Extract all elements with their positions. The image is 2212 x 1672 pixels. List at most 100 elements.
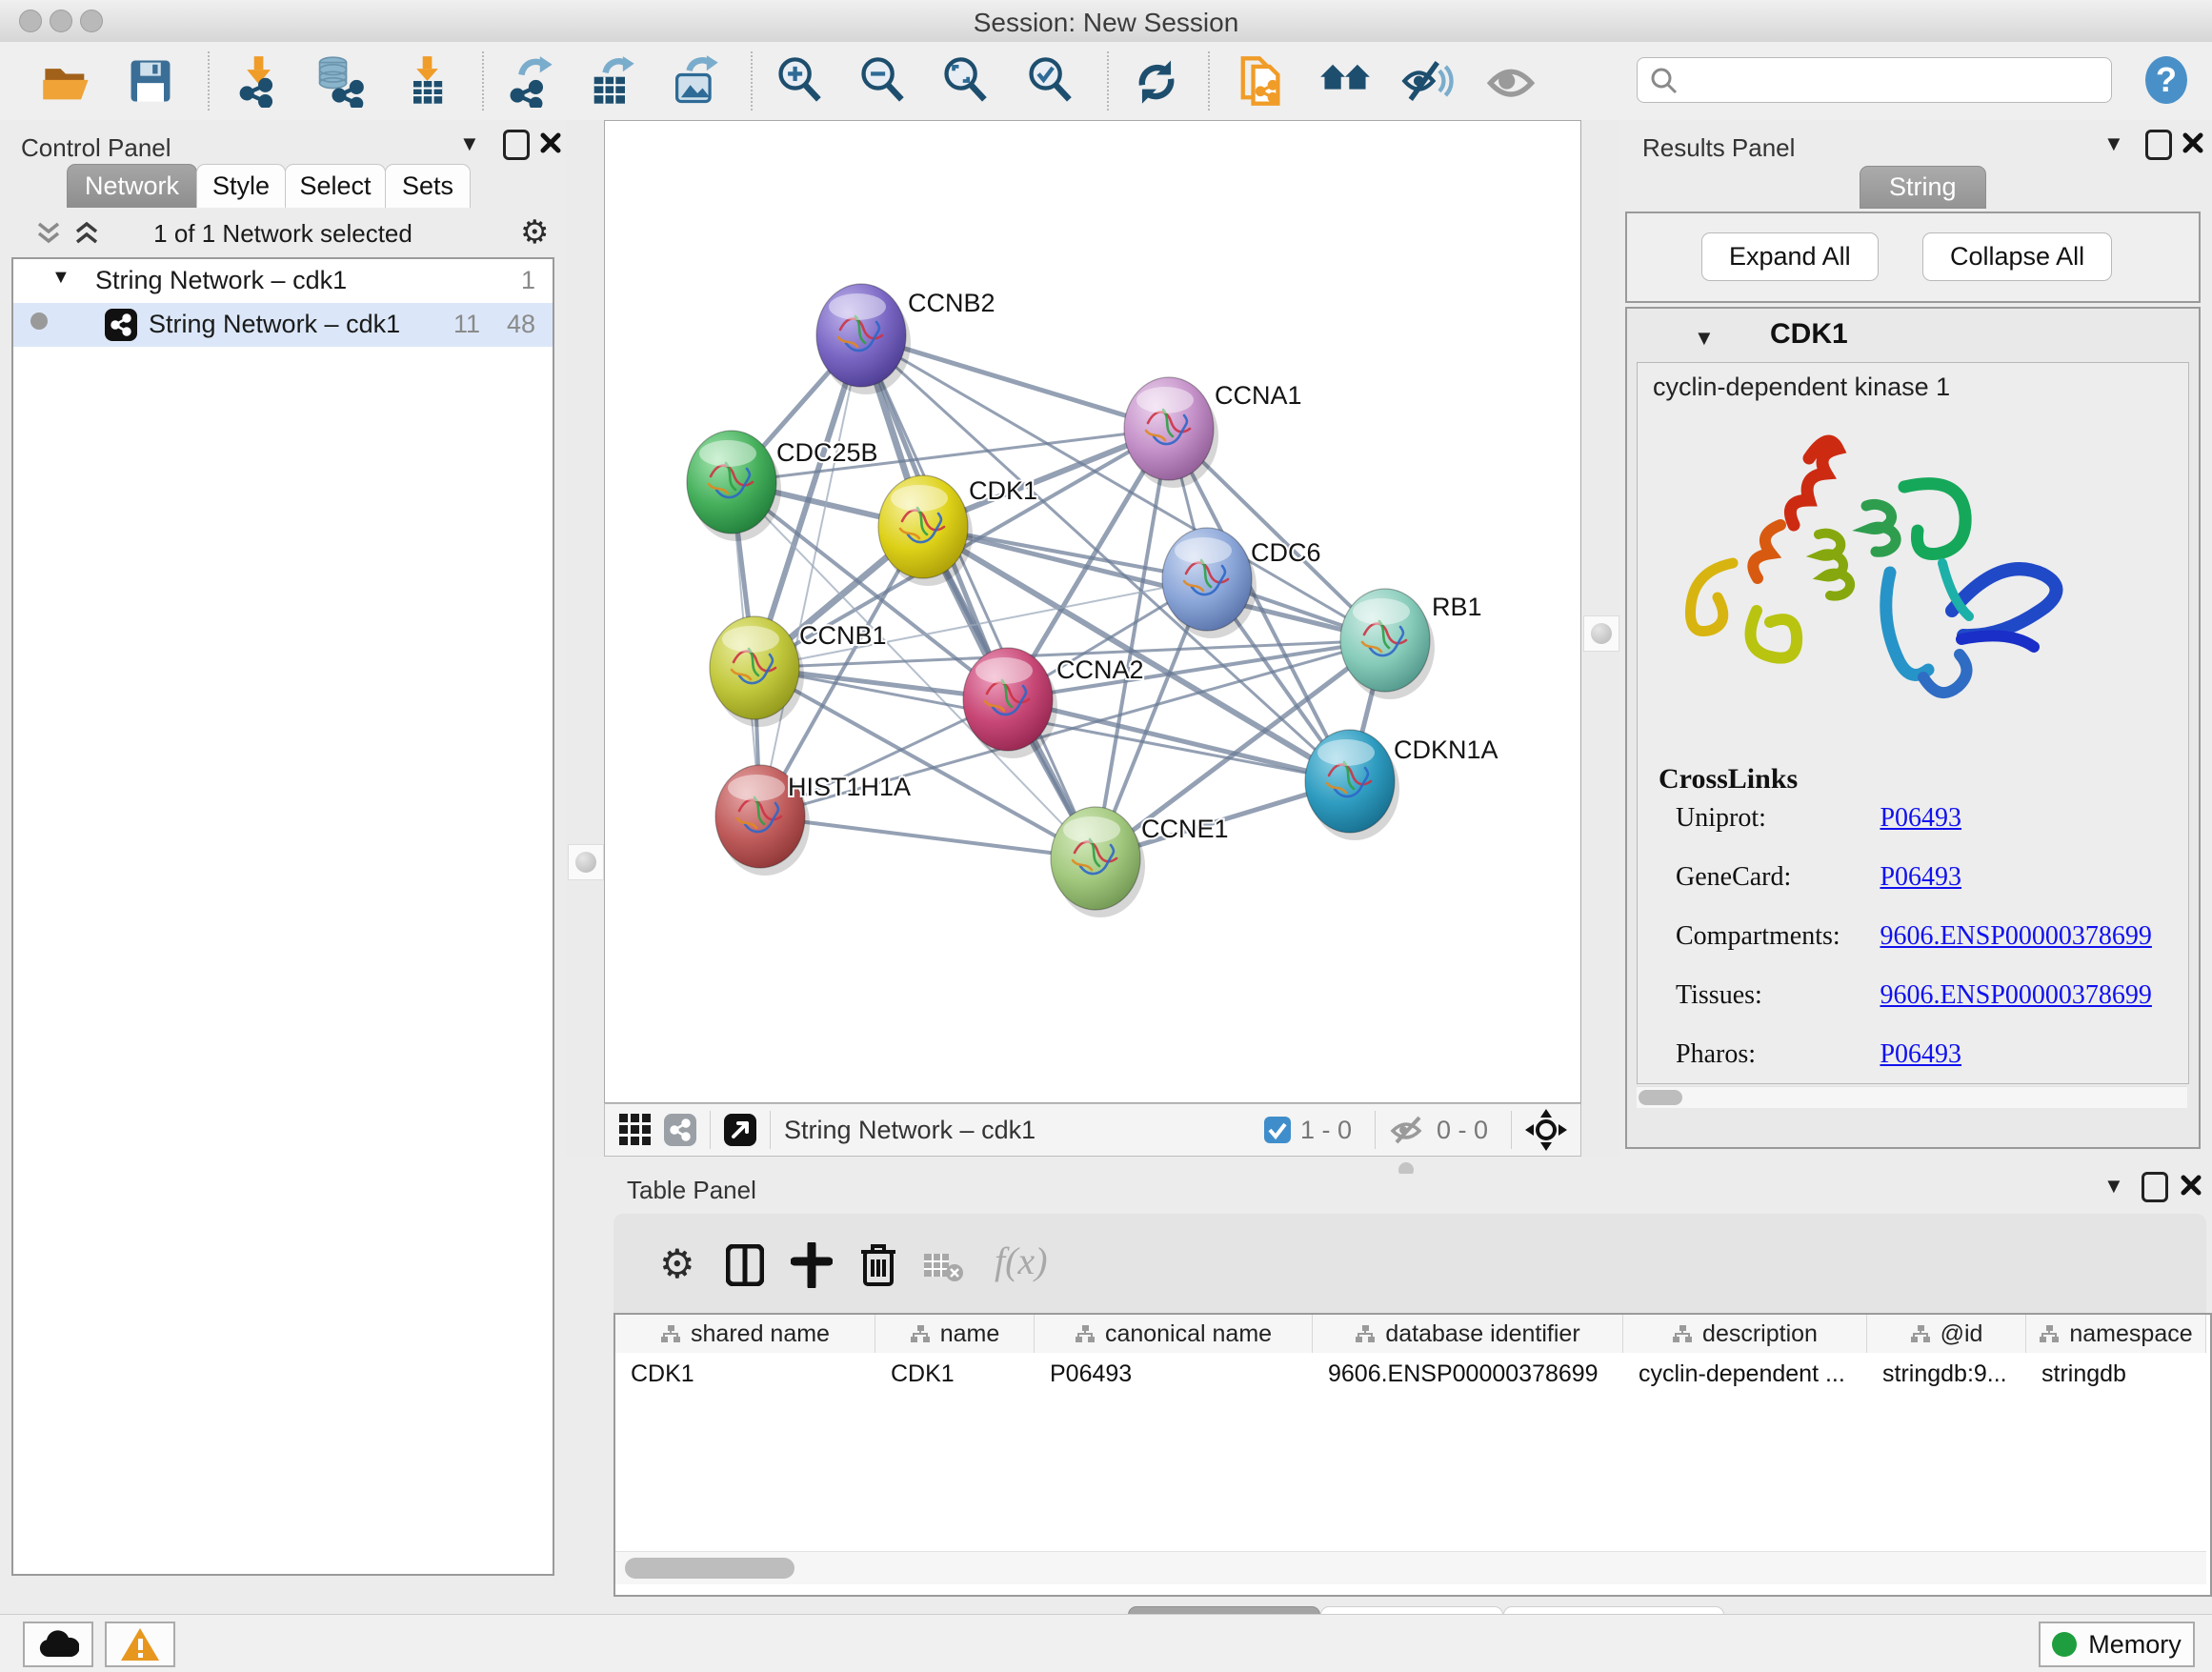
column-header-canonical-name[interactable]: canonical name: [1035, 1315, 1313, 1353]
right-splitter-handle[interactable]: [1583, 615, 1619, 652]
tree-expand-icon[interactable]: ▼: [51, 267, 70, 289]
crosslink-label: Uniprot:: [1676, 803, 1876, 834]
network-options-gear-icon[interactable]: ⚙: [520, 213, 549, 252]
hide-eye-icon[interactable]: [1400, 54, 1454, 108]
table-cell[interactable]: P06493: [1035, 1353, 1313, 1395]
tab-network[interactable]: Network: [67, 164, 197, 208]
network-node-CCNA1[interactable]: [1124, 377, 1218, 488]
table-panel-float-icon[interactable]: [2142, 1172, 2168, 1202]
network-node-CDC25B[interactable]: [687, 431, 781, 541]
column-header--id[interactable]: @id: [1867, 1315, 2026, 1353]
tab-string[interactable]: String: [1860, 166, 1986, 209]
table-panel-menu-icon[interactable]: ▼: [2103, 1174, 2124, 1199]
column-header-database-identifier[interactable]: database identifier: [1313, 1315, 1623, 1353]
table-scrollbar-thumb[interactable]: [625, 1558, 794, 1579]
tab-select[interactable]: Select: [285, 164, 386, 208]
entry-collapse-icon[interactable]: ▼: [1694, 326, 1715, 351]
results-panel: Results Panel ▼ String Expand All Collap…: [1619, 120, 2212, 1158]
column-header-shared-name[interactable]: shared name: [615, 1315, 875, 1353]
table-settings-gear-icon[interactable]: ⚙: [659, 1240, 695, 1287]
crosslink-link[interactable]: P06493: [1880, 862, 1961, 892]
zoom-out-icon[interactable]: [856, 54, 910, 108]
network-node-CDK1[interactable]: [878, 475, 973, 586]
memory-button[interactable]: Memory: [2039, 1622, 2195, 1667]
export-network-icon[interactable]: [503, 54, 556, 108]
string-document-icon[interactable]: [1233, 54, 1286, 108]
crosslink-link[interactable]: 9606.ENSP00000378699: [1880, 980, 2151, 1010]
homes-icon[interactable]: [1318, 54, 1372, 108]
network-collection-row[interactable]: ▼ String Network – cdk1 1: [13, 259, 553, 303]
network-node-CDKN1A[interactable]: [1305, 730, 1399, 840]
network-view-icon[interactable]: [664, 1114, 696, 1146]
left-splitter[interactable]: [566, 120, 604, 1157]
control-panel-menu-icon[interactable]: ▼: [459, 131, 480, 156]
network-node-label-CDK1: CDK1: [969, 476, 1037, 505]
show-eye-icon[interactable]: [1484, 54, 1538, 108]
add-column-icon[interactable]: [791, 1242, 833, 1288]
crosslink-link[interactable]: P06493: [1880, 803, 1961, 833]
table-horizontal-scrollbar[interactable]: [615, 1551, 2206, 1584]
network-graph[interactable]: CCNB2CCNA1CDC25BCDK1CDC6RB1CCNB1CCNA2CDK…: [605, 121, 1580, 1102]
footer-separator: [770, 1111, 771, 1149]
help-icon[interactable]: ?: [2142, 55, 2191, 105]
show-columns-icon[interactable]: [726, 1244, 764, 1286]
selected-nodes-checkbox[interactable]: [1264, 1117, 1291, 1143]
zoom-in-icon[interactable]: [774, 54, 827, 108]
crosslink-row: Compartments: 9606.ENSP00000378699: [1676, 921, 2171, 980]
hidden-elements-icon[interactable]: [1389, 1114, 1427, 1146]
refresh-icon[interactable]: [1130, 54, 1183, 108]
table-cell[interactable]: stringdb: [2026, 1353, 2206, 1395]
collapse-all-button[interactable]: Collapse All: [1922, 232, 2112, 281]
results-scrollbar-thumb[interactable]: [1639, 1090, 1682, 1105]
control-panel-close-icon[interactable]: [539, 131, 562, 154]
network-node-CCNB1[interactable]: [710, 616, 804, 727]
table-cell[interactable]: cyclin-dependent ...: [1623, 1353, 1867, 1395]
left-splitter-handle[interactable]: [568, 844, 604, 880]
results-panel-menu-icon[interactable]: ▼: [2103, 131, 2124, 156]
network-node-CCNA2[interactable]: [963, 648, 1057, 758]
import-table-icon[interactable]: [400, 54, 453, 108]
table-cell[interactable]: CDK1: [615, 1353, 875, 1395]
crosslink-link[interactable]: 9606.ENSP00000378699: [1880, 921, 2151, 951]
results-panel-close-icon[interactable]: [2182, 131, 2204, 154]
import-network-database-icon[interactable]: [312, 54, 366, 108]
zoom-fit-icon[interactable]: [939, 54, 993, 108]
table-panel-close-icon[interactable]: [2180, 1174, 2202, 1197]
right-splitter[interactable]: [1581, 120, 1619, 1157]
shared-column-icon: [910, 1324, 931, 1343]
birds-eye-view-icon[interactable]: [724, 1114, 756, 1146]
table-row[interactable]: CDK1CDK1P064939606.ENSP00000378699cyclin…: [615, 1353, 2210, 1395]
network-node-CCNE1[interactable]: [1051, 807, 1145, 917]
network-canvas[interactable]: CCNB2CCNA1CDC25BCDK1CDC6RB1CCNB1CCNA2CDK…: [604, 120, 1581, 1103]
zoom-selected-icon[interactable]: [1024, 54, 1077, 108]
warning-button[interactable]: [105, 1622, 175, 1667]
network-node-RB1[interactable]: [1340, 589, 1435, 699]
search-input[interactable]: [1687, 62, 2101, 96]
crosslink-link[interactable]: P06493: [1880, 1039, 1961, 1069]
column-header-name[interactable]: name: [875, 1315, 1035, 1353]
tab-style[interactable]: Style: [196, 164, 286, 208]
grid-view-icon[interactable]: [618, 1113, 653, 1147]
network-row[interactable]: String Network – cdk1 11 48: [13, 303, 553, 347]
delete-table-icon[interactable]: [922, 1250, 964, 1282]
expand-all-button[interactable]: Expand All: [1701, 232, 1879, 281]
table-cell[interactable]: 9606.ENSP00000378699: [1313, 1353, 1623, 1395]
table-cell[interactable]: CDK1: [875, 1353, 1035, 1395]
column-header-namespace[interactable]: namespace: [2026, 1315, 2206, 1353]
control-panel-float-icon[interactable]: [503, 130, 530, 160]
column-header-description[interactable]: description: [1623, 1315, 1867, 1353]
network-node-CCNB2[interactable]: [816, 284, 911, 394]
function-builder-icon[interactable]: f(x): [995, 1239, 1048, 1283]
save-session-icon[interactable]: [124, 54, 177, 108]
cloud-button[interactable]: [23, 1622, 93, 1667]
results-panel-float-icon[interactable]: [2145, 130, 2172, 160]
table-cell[interactable]: stringdb:9...: [1867, 1353, 2026, 1395]
open-session-icon[interactable]: [40, 54, 93, 108]
tab-sets[interactable]: Sets: [385, 164, 471, 208]
delete-column-trash-icon[interactable]: [859, 1240, 897, 1288]
fit-content-crosshair-icon[interactable]: [1525, 1109, 1567, 1151]
results-horizontal-scrollbar[interactable]: [1637, 1086, 2187, 1108]
import-network-icon[interactable]: [231, 54, 285, 108]
export-table-icon[interactable]: [585, 54, 638, 108]
export-image-icon[interactable]: [669, 54, 722, 108]
